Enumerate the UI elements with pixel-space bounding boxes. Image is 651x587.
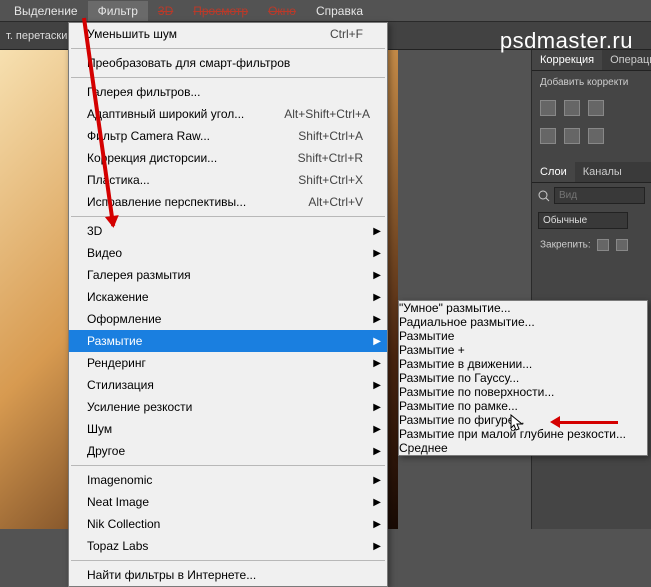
lock-label: Закрепить: — [540, 240, 591, 251]
chevron-right-icon: ▶ — [373, 424, 381, 435]
menu-item[interactable]: Галерея фильтров... — [69, 81, 387, 103]
shortcut-text: Shift+Ctrl+A — [258, 129, 363, 143]
menu-item-sub[interactable]: Другое▶ — [69, 440, 387, 462]
submenu-item[interactable]: Размытие по поверхности... — [399, 385, 647, 399]
submenu-item[interactable]: "Умное" размытие... — [399, 301, 647, 315]
layer-filter-input[interactable] — [554, 187, 645, 204]
menu-last-filter[interactable]: Уменьшить шум Ctrl+F — [69, 23, 387, 45]
chevron-right-icon: ▶ — [373, 497, 381, 508]
lock-position-icon[interactable] — [616, 239, 628, 251]
menu-item-plugin[interactable]: Imagenomic▶ — [69, 469, 387, 491]
shortcut-text: Ctrl+F — [290, 27, 363, 41]
submenu-item[interactable]: Размытие в движении... — [399, 357, 647, 371]
hue-icon[interactable] — [588, 128, 604, 144]
shortcut-text: Alt+Shift+Ctrl+A — [244, 107, 370, 121]
menu-item[interactable]: Пластика...Shift+Ctrl+X — [69, 169, 387, 191]
corrections-hint: Добавить корректи — [532, 71, 651, 94]
submenu-item[interactable]: Среднее — [399, 441, 647, 455]
menu-item[interactable]: Фильтр Camera Raw...Shift+Ctrl+A — [69, 125, 387, 147]
menu-item-plugin[interactable]: Neat Image▶ — [69, 491, 387, 513]
chevron-right-icon: ▶ — [373, 336, 381, 347]
submenu-item[interactable]: Радиальное размытие... — [399, 315, 647, 329]
menu-item-plugin[interactable]: Nik Collection▶ — [69, 513, 387, 535]
chevron-right-icon: ▶ — [373, 270, 381, 281]
submenu-item[interactable]: Размытие при малой глубине резкости... — [399, 427, 647, 441]
blend-mode-select[interactable]: Обычные — [538, 212, 628, 229]
menu-item[interactable]: Исправление перспективы...Alt+Ctrl+V — [69, 191, 387, 213]
levels-icon[interactable] — [564, 100, 580, 116]
curves-icon[interactable] — [588, 100, 604, 116]
chevron-right-icon: ▶ — [373, 292, 381, 303]
lock-pixels-icon[interactable] — [597, 239, 609, 251]
tab-channels[interactable]: Каналы — [575, 162, 630, 182]
chevron-right-icon: ▶ — [373, 446, 381, 457]
exposure-icon[interactable] — [540, 128, 556, 144]
chevron-right-icon: ▶ — [373, 519, 381, 530]
menubar: Выделение Фильтр 3D Просмотр Окно Справк… — [0, 0, 651, 22]
menu-find-filters-online[interactable]: Найти фильтры в Интернете... — [69, 564, 387, 586]
menu-3d[interactable]: 3D — [148, 1, 183, 21]
search-icon — [538, 190, 550, 202]
submenu-item[interactable]: Размытие + — [399, 343, 647, 357]
menu-item-sub[interactable]: Размытие▶ — [69, 330, 387, 352]
menu-view[interactable]: Просмотр — [183, 1, 258, 21]
tab-operations[interactable]: Операци — [602, 50, 651, 70]
menu-item[interactable]: Коррекция дисторсии...Shift+Ctrl+R — [69, 147, 387, 169]
shortcut-text: Shift+Ctrl+R — [258, 151, 363, 165]
adjustment-icons-row1 — [532, 94, 651, 122]
menu-item-sub[interactable]: Галерея размытия▶ — [69, 264, 387, 286]
chevron-right-icon: ▶ — [373, 402, 381, 413]
adjustment-icons-row2 — [532, 122, 651, 150]
chevron-right-icon: ▶ — [373, 226, 381, 237]
blur-submenu: "Умное" размытие...Радиальное размытие..… — [398, 300, 648, 456]
shortcut-text: Shift+Ctrl+X — [258, 173, 363, 187]
chevron-right-icon: ▶ — [373, 541, 381, 552]
chevron-right-icon: ▶ — [373, 475, 381, 486]
brightness-icon[interactable] — [540, 100, 556, 116]
tab-layers[interactable]: Слои — [532, 162, 575, 182]
menu-help[interactable]: Справка — [306, 1, 373, 21]
menu-item-sub[interactable]: Рендеринг▶ — [69, 352, 387, 374]
chevron-right-icon: ▶ — [373, 314, 381, 325]
chevron-right-icon: ▶ — [373, 380, 381, 391]
vibrance-icon[interactable] — [564, 128, 580, 144]
layers-panel-tabs: Слои Каналы — [532, 162, 651, 183]
right-dock: Коррекция Операци Добавить корректи Слои… — [531, 50, 651, 529]
submenu-item[interactable]: Размытие по Гауссу... — [399, 371, 647, 385]
menu-selection[interactable]: Выделение — [4, 1, 88, 21]
submenu-item[interactable]: Размытие по рамке... — [399, 399, 647, 413]
menu-convert-smart[interactable]: Преобразовать для смарт-фильтров — [69, 52, 387, 74]
chevron-right-icon: ▶ — [373, 248, 381, 259]
menu-window[interactable]: Окно — [258, 1, 306, 21]
lock-row: Закрепить: — [532, 233, 651, 257]
menu-filter[interactable]: Фильтр — [88, 1, 148, 21]
shortcut-text: Alt+Ctrl+V — [268, 195, 363, 209]
menu-item-plugin[interactable]: Topaz Labs▶ — [69, 535, 387, 557]
corrections-panel-tabs: Коррекция Операци — [532, 50, 651, 71]
menu-item-sub[interactable]: 3D▶ — [69, 220, 387, 242]
submenu-item[interactable]: Размытие по фигуре... — [399, 413, 647, 427]
submenu-item[interactable]: Размытие — [399, 329, 647, 343]
menu-item-sub[interactable]: Усиление резкости▶ — [69, 396, 387, 418]
menu-item-sub[interactable]: Оформление▶ — [69, 308, 387, 330]
menu-item-sub[interactable]: Видео▶ — [69, 242, 387, 264]
menu-item-sub[interactable]: Стилизация▶ — [69, 374, 387, 396]
tab-corrections[interactable]: Коррекция — [532, 50, 602, 70]
chevron-right-icon: ▶ — [373, 358, 381, 369]
filter-menu: Уменьшить шум Ctrl+F Преобразовать для с… — [68, 22, 388, 587]
menu-item-sub[interactable]: Шум▶ — [69, 418, 387, 440]
menu-item-sub[interactable]: Искажение▶ — [69, 286, 387, 308]
menu-item[interactable]: Адаптивный широкий угол...Alt+Shift+Ctrl… — [69, 103, 387, 125]
